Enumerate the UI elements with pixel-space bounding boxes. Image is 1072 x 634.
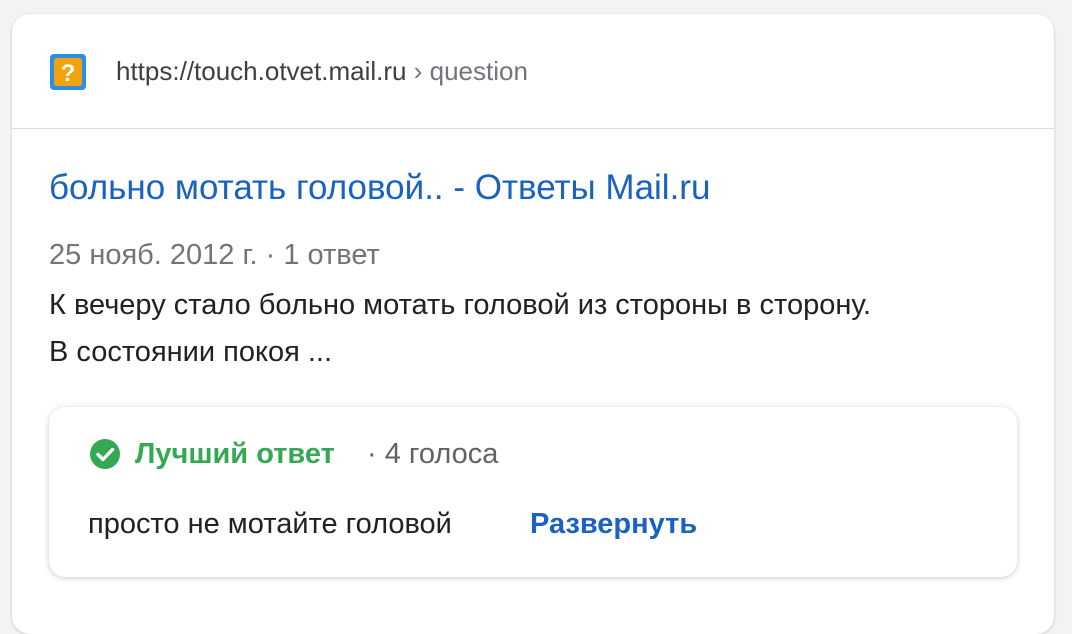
- result-snippet: К вечеру стало больно мотать головой из …: [49, 282, 1039, 376]
- best-answer-box: Лучший ответ · 4 голоса просто не мотайт…: [49, 407, 1017, 577]
- svg-text:?: ?: [61, 60, 76, 87]
- snippet-line-1: К вечеру стало больно мотать головой из …: [49, 289, 872, 321]
- search-result-card: ? https://touch.otvet.mail.ru › question…: [12, 14, 1054, 634]
- best-answer-label: Лучший ответ: [135, 438, 335, 470]
- question-mark-icon: ?: [50, 54, 86, 90]
- check-circle-icon: [90, 439, 120, 469]
- snippet-line-2: В состоянии покоя ...: [49, 336, 333, 368]
- source-row[interactable]: ? https://touch.otvet.mail.ru › question: [12, 14, 1054, 129]
- best-answer-text: просто не мотайте головой: [88, 508, 452, 540]
- votes-count: · 4 голоса: [367, 438, 499, 470]
- expand-button[interactable]: Развернуть: [530, 505, 697, 543]
- url-domain: https://touch.otvet.mail.ru: [116, 56, 407, 86]
- result-title-link[interactable]: больно мотать головой.. - Ответы Mail.ru: [49, 166, 710, 210]
- url-path: question: [429, 56, 528, 86]
- result-url[interactable]: https://touch.otvet.mail.ru › question: [116, 54, 528, 88]
- result-meta: 25 нояб. 2012 г. · 1 ответ: [49, 239, 380, 271]
- breadcrumb-separator: ›: [413, 56, 423, 86]
